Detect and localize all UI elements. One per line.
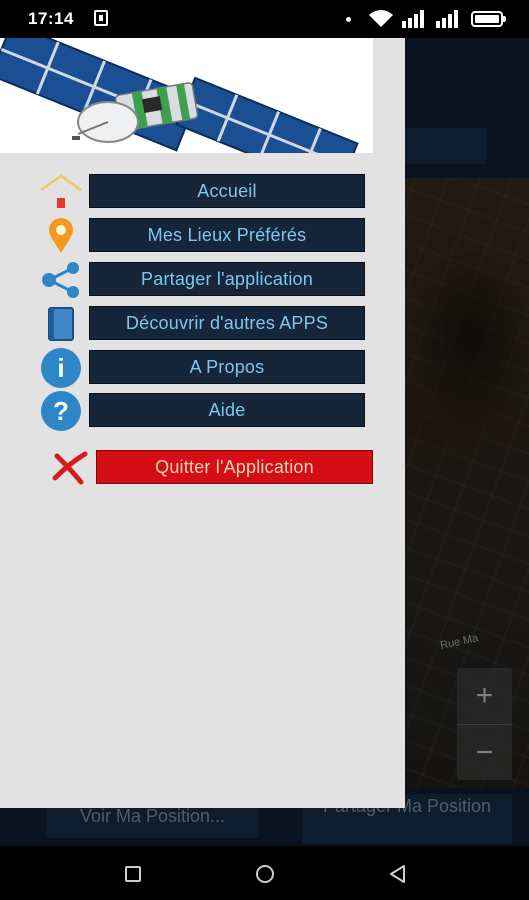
home-nav-icon[interactable]: [256, 865, 274, 883]
battery-icon: [471, 11, 506, 27]
signal-icon-2: [436, 10, 458, 28]
red-x-icon: [48, 450, 94, 486]
book-icon: [38, 306, 84, 342]
quit-button[interactable]: Quitter l'Application: [96, 450, 373, 484]
more-apps-button[interactable]: Découvrir d'autres APPS: [89, 306, 365, 340]
satellite-icon: [0, 38, 359, 153]
menu-item-quit[interactable]: Quitter l'Application: [0, 450, 405, 486]
wifi-icon: [369, 10, 393, 27]
signal-icon: [402, 10, 424, 28]
menu-item-about[interactable]: i A Propos: [0, 348, 405, 388]
about-button[interactable]: A Propos: [89, 350, 365, 384]
menu-item-help[interactable]: ? Aide: [0, 391, 405, 431]
drawer-header: [0, 38, 373, 153]
help-icon: ?: [38, 391, 84, 431]
menu-item-home[interactable]: Accueil: [0, 174, 405, 210]
favorites-button[interactable]: Mes Lieux Préférés: [89, 218, 365, 252]
back-icon[interactable]: [388, 864, 408, 884]
navigation-drawer: Accueil Mes Lieux Préférés Partager l'ap…: [0, 38, 405, 808]
location-pin-icon: [38, 218, 84, 254]
home-icon: [38, 174, 84, 210]
home-button[interactable]: Accueil: [89, 174, 365, 208]
share-app-button[interactable]: Partager l'application: [89, 262, 365, 296]
menu-item-share[interactable]: Partager l'application: [0, 262, 405, 298]
status-time: 17:14: [28, 9, 74, 28]
status-bar: 17:14: [0, 0, 529, 38]
info-glyph: i: [41, 348, 81, 388]
notification-dot-icon: [346, 17, 351, 22]
notification-icon: [94, 10, 108, 26]
share-icon: [38, 262, 84, 298]
help-button[interactable]: Aide: [89, 393, 365, 427]
menu-item-more-apps[interactable]: Découvrir d'autres APPS: [0, 306, 405, 342]
system-nav-bar: [0, 846, 529, 900]
menu-item-favorites[interactable]: Mes Lieux Préférés: [0, 218, 405, 254]
help-glyph: ?: [41, 391, 81, 431]
recent-apps-icon[interactable]: [125, 866, 141, 882]
info-icon: i: [38, 348, 84, 388]
